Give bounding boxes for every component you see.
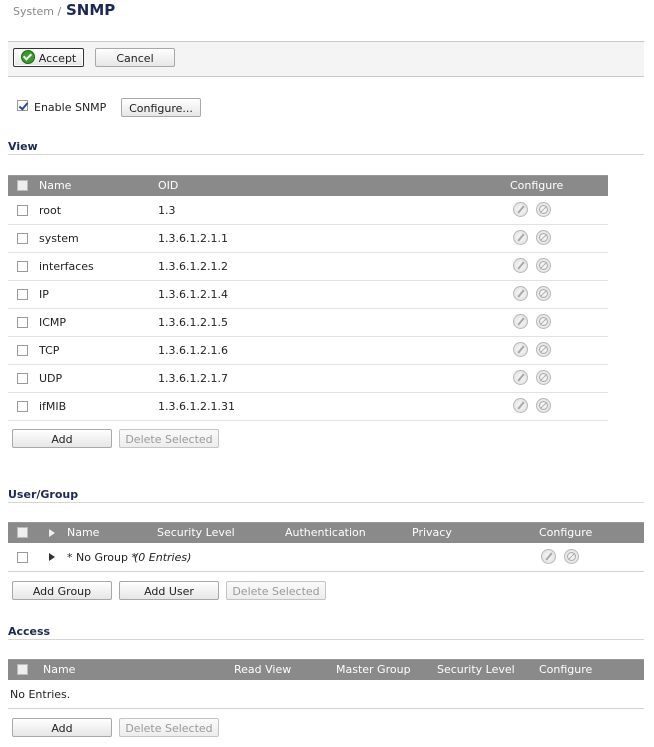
row-checkbox[interactable] [17, 233, 28, 244]
view-name: ifMIB [39, 400, 67, 413]
view-name: system [39, 232, 79, 245]
enable-snmp-checkbox[interactable] [17, 100, 28, 111]
edit-icon[interactable] [513, 258, 528, 273]
ug-col-configure: Configure [539, 526, 593, 539]
view-oid: 1.3.6.1.2.1.4 [158, 288, 228, 301]
table-row: root 1.3 [8, 196, 608, 225]
view-name: root [39, 204, 62, 217]
configure-button[interactable]: Configure... [121, 98, 201, 117]
table-row: UDP 1.3.6.1.2.1.7 [8, 364, 608, 393]
empty-message: No Entries. [10, 688, 71, 701]
view-col-name[interactable]: Name [39, 179, 71, 192]
row-checkbox[interactable] [17, 401, 28, 412]
edit-icon[interactable] [541, 549, 556, 564]
delete-icon[interactable] [536, 370, 551, 385]
access-table-header: Name Read View Master Group Security Lev… [8, 659, 644, 680]
table-row: ICMP 1.3.6.1.2.1.5 [8, 308, 608, 337]
access-section-title: Access [8, 625, 51, 638]
checkmark-icon [20, 50, 35, 64]
ug-col-authentication[interactable]: Authentication [285, 526, 366, 539]
view-name: interfaces [39, 260, 94, 273]
edit-icon[interactable] [513, 342, 528, 357]
user-group-select-all-checkbox[interactable] [17, 527, 28, 538]
access-col-master-group[interactable]: Master Group [336, 663, 411, 676]
view-name: ICMP [39, 316, 67, 329]
view-name: TCP [39, 344, 60, 357]
row-checkbox[interactable] [17, 205, 28, 216]
edit-icon[interactable] [513, 370, 528, 385]
view-select-all-checkbox[interactable] [17, 180, 28, 191]
view-section-title: View [8, 140, 38, 153]
delete-icon[interactable] [564, 549, 579, 564]
delete-icon[interactable] [536, 258, 551, 273]
cancel-button[interactable]: Cancel [95, 48, 175, 67]
expand-arrow-icon[interactable] [49, 553, 55, 561]
add-user-button[interactable]: Add User [119, 581, 219, 600]
view-oid: 1.3 [158, 204, 176, 217]
group-name: * No Group * [67, 551, 137, 564]
access-empty-row: No Entries. [8, 680, 644, 709]
edit-icon[interactable] [513, 202, 528, 217]
edit-icon[interactable] [513, 314, 528, 329]
edit-icon[interactable] [513, 286, 528, 301]
access-select-all-checkbox[interactable] [17, 664, 28, 675]
view-col-configure: Configure [510, 179, 564, 192]
user-group-table-header: Name Security Level Authentication Priva… [8, 522, 644, 543]
edit-icon[interactable] [513, 398, 528, 413]
view-add-button[interactable]: Add [12, 429, 112, 448]
access-divider [8, 639, 644, 640]
view-oid: 1.3.6.1.2.1.5 [158, 316, 228, 329]
delete-icon[interactable] [536, 286, 551, 301]
row-checkbox[interactable] [17, 373, 28, 384]
delete-icon[interactable] [536, 202, 551, 217]
access-col-read-view[interactable]: Read View [234, 663, 291, 676]
view-name: IP [39, 288, 49, 301]
table-row: system 1.3.6.1.2.1.1 [8, 224, 608, 253]
row-checkbox[interactable] [17, 317, 28, 328]
table-row: TCP 1.3.6.1.2.1.6 [8, 336, 608, 365]
view-delete-selected-button[interactable]: Delete Selected [119, 429, 219, 448]
page-title: SNMP [66, 1, 116, 19]
row-checkbox[interactable] [17, 345, 28, 356]
view-oid: 1.3.6.1.2.1.1 [158, 232, 228, 245]
view-oid: 1.3.6.1.2.1.2 [158, 260, 228, 273]
user-group-delete-selected-button[interactable]: Delete Selected [226, 581, 326, 600]
view-col-oid[interactable]: OID [158, 179, 178, 192]
access-col-name[interactable]: Name [43, 663, 75, 676]
user-group-section-title: User/Group [8, 488, 79, 501]
table-row: * No Group * (0 Entries) [8, 543, 644, 572]
edit-icon[interactable] [513, 230, 528, 245]
ug-col-name[interactable]: Name [67, 526, 99, 539]
ug-col-security-level[interactable]: Security Level [157, 526, 235, 539]
row-checkbox[interactable] [17, 261, 28, 272]
access-add-button[interactable]: Add [12, 718, 112, 737]
view-name: UDP [39, 372, 63, 385]
table-row: ifMIB 1.3.6.1.2.1.31 [8, 392, 608, 421]
user-group-divider [8, 502, 644, 503]
group-entries-count: (0 Entries) [134, 551, 192, 564]
access-col-security-level[interactable]: Security Level [437, 663, 515, 676]
enable-snmp-label: Enable SNMP [34, 101, 107, 114]
delete-icon[interactable] [536, 398, 551, 413]
ug-col-privacy[interactable]: Privacy [412, 526, 452, 539]
delete-icon[interactable] [536, 230, 551, 245]
accept-button[interactable]: Accept [13, 48, 84, 67]
breadcrumb[interactable]: System / [13, 5, 61, 18]
table-row: IP 1.3.6.1.2.1.4 [8, 280, 608, 309]
expand-all-icon[interactable] [49, 529, 55, 537]
view-table-header: Name OID Configure [8, 175, 608, 196]
access-delete-selected-button[interactable]: Delete Selected [119, 718, 219, 737]
delete-icon[interactable] [536, 342, 551, 357]
delete-icon[interactable] [536, 314, 551, 329]
row-checkbox[interactable] [17, 289, 28, 300]
view-divider [8, 154, 644, 155]
view-oid: 1.3.6.1.2.1.6 [158, 344, 228, 357]
row-checkbox[interactable] [17, 552, 28, 563]
table-row: interfaces 1.3.6.1.2.1.2 [8, 252, 608, 281]
add-group-button[interactable]: Add Group [12, 581, 112, 600]
view-oid: 1.3.6.1.2.1.31 [158, 400, 235, 413]
view-oid: 1.3.6.1.2.1.7 [158, 372, 228, 385]
access-col-configure: Configure [539, 663, 593, 676]
